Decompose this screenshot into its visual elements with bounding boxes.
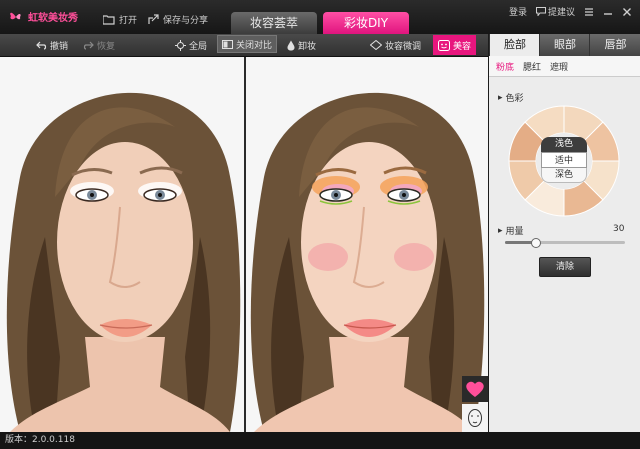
face-outline-icon (468, 409, 482, 427)
compare-label: 关闭对比 (236, 40, 273, 51)
beauty-button[interactable]: 美容 (433, 35, 477, 55)
adjustment-panel: 脸部 眼部 唇部 粉底 腮红 遮瑕 ▸ 色彩 浅色 适中 深色 ▸ 用量 30 … (489, 34, 640, 432)
color-section-header[interactable]: ▸ 色彩 (498, 91, 524, 105)
feedback-button[interactable]: 提建议 (535, 5, 575, 18)
amount-label: 用量 (505, 227, 524, 237)
tab-lips[interactable]: 唇部 (589, 34, 640, 56)
face-portrait-makeup (246, 57, 488, 432)
butterfly-logo-icon (10, 12, 21, 20)
save-share-label: 保存与分享 (163, 16, 209, 26)
remove-makeup-button[interactable]: 卸妆 (287, 34, 316, 56)
redo-button[interactable]: 恢复 (83, 34, 115, 56)
window-controls: 登录 提建议 (509, 5, 632, 18)
status-bar: 版本：2.0.0.118 (0, 432, 640, 449)
edited-photo[interactable] (246, 57, 488, 432)
global-view-button[interactable]: 全局 (175, 34, 207, 56)
global-label: 全局 (189, 41, 208, 52)
shade-option-light[interactable]: 浅色 (541, 137, 587, 152)
beauty-label: 美容 (453, 41, 472, 52)
app-brand-name: 虹软美妆秀 (28, 12, 78, 24)
open-label: 打开 (119, 16, 138, 26)
close-icon[interactable] (622, 7, 632, 17)
amount-value: 30 (613, 224, 625, 234)
folder-icon (103, 14, 115, 25)
crosshair-icon (175, 39, 186, 51)
compare-toggle-button[interactable]: 关闭对比 (217, 35, 278, 53)
save-share-button[interactable]: 保存与分享 (148, 13, 208, 26)
tab-face[interactable]: 脸部 (489, 34, 540, 56)
menu-icon[interactable] (584, 7, 594, 17)
login-link[interactable]: 登录 (509, 5, 527, 18)
subtab-blush[interactable]: 腮红 (523, 60, 541, 73)
feedback-label: 提建议 (547, 8, 575, 18)
drop-icon (287, 40, 295, 50)
app-logo: 虹软美妆秀 (8, 8, 78, 24)
favorite-button[interactable] (462, 376, 488, 402)
amount-slider-track[interactable] (505, 238, 625, 248)
tab-makeup-collection[interactable]: 妆容荟萃 (231, 12, 317, 34)
triangle-right-icon: ▸ (498, 225, 503, 236)
fine-tune-button[interactable]: 妆容微调 (370, 34, 421, 56)
heart-icon (466, 381, 484, 397)
triangle-right-icon: ▸ (498, 92, 503, 103)
clear-button[interactable]: 清除 (539, 257, 591, 277)
face-template-button[interactable] (462, 404, 488, 432)
tab-eyes[interactable]: 眼部 (539, 34, 590, 56)
minimize-icon[interactable] (603, 7, 613, 17)
color-section-label: 色彩 (505, 94, 524, 104)
face-portrait-original (0, 57, 244, 432)
diamond-icon (370, 40, 382, 50)
open-button[interactable]: 打开 (103, 13, 137, 26)
shade-option-dark[interactable]: 深色 (541, 168, 587, 183)
subtab-concealer[interactable]: 遮瑕 (550, 60, 568, 73)
undo-label: 撤销 (50, 41, 69, 52)
sub-tabs: 粉底 腮红 遮瑕 (489, 56, 640, 77)
fine-tune-label: 妆容微调 (385, 41, 422, 52)
compare-icon (222, 39, 233, 49)
chat-bubble-icon (535, 7, 546, 16)
redo-label: 恢复 (97, 41, 116, 52)
quick-style-icons (462, 376, 488, 432)
shade-option-medium[interactable]: 适中 (541, 152, 587, 168)
remove-makeup-label: 卸妆 (298, 41, 317, 52)
undo-button[interactable]: 撤销 (36, 34, 68, 56)
face-icon (438, 39, 450, 51)
subtab-foundation[interactable]: 粉底 (496, 60, 514, 73)
redo-icon (83, 41, 94, 50)
original-photo[interactable] (0, 57, 244, 432)
tab-makeup-diy[interactable]: 彩妆DIY (323, 12, 409, 34)
amount-slider-thumb[interactable] (531, 238, 541, 248)
shade-selector: 浅色 适中 深色 (541, 137, 587, 185)
amount-section-header: ▸ 用量 (498, 224, 524, 238)
undo-icon (36, 41, 47, 50)
share-icon (148, 14, 159, 24)
